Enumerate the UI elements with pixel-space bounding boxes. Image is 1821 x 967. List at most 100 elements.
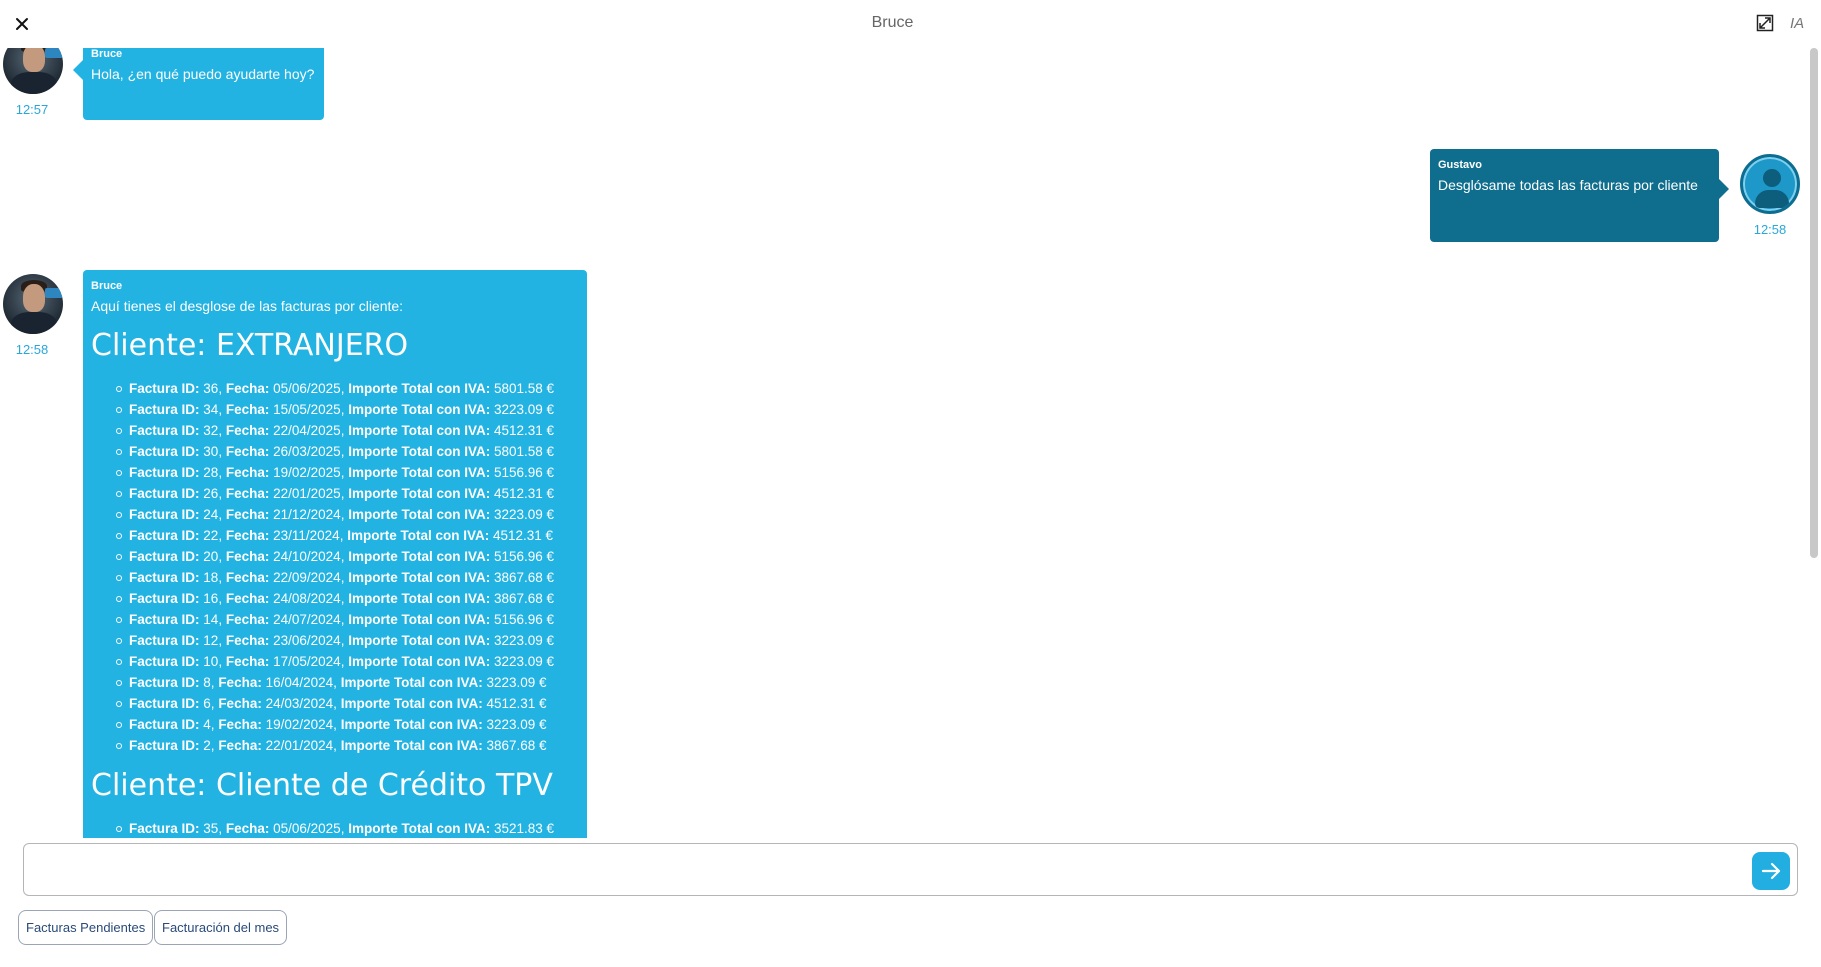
invoice-date: 22/04/2025: [273, 423, 341, 438]
invoice-date-label: Fecha:: [225, 402, 270, 417]
invoice-date-label: Fecha:: [225, 654, 270, 669]
invoice-id: 30: [203, 444, 219, 459]
invoice-total: 5156.96 €: [493, 612, 555, 627]
invoice-date-label: Fecha:: [225, 528, 270, 543]
suggestion-chip-facturacion-del-mes[interactable]: Facturación del mes: [154, 910, 288, 945]
invoice-id: 32: [203, 423, 219, 438]
invoice-date: 24/10/2024: [273, 549, 341, 564]
bruce-avatar: [3, 48, 63, 94]
invoice-id-label: Factura ID:: [129, 486, 200, 501]
invoice-total-label: Importe Total con IVA:: [348, 507, 491, 522]
header-bar: Bruce IA: [0, 0, 1821, 50]
invoice-date-label: Fecha:: [225, 570, 270, 585]
invoice-date: 26/03/2025: [273, 444, 341, 459]
invoice-total: 5801.58 €: [493, 381, 555, 396]
invoice-id-label: Factura ID:: [129, 821, 200, 836]
invoice-date: 17/05/2024: [273, 654, 341, 669]
invoice-item: Factura ID: 6, Fecha: 24/03/2024, Import…: [116, 693, 579, 714]
invoice-id-label: Factura ID:: [129, 570, 200, 585]
invoice-id-label: Factura ID:: [129, 612, 200, 627]
invoice-total: 3521.83 €: [493, 821, 555, 836]
invoice-item: Factura ID: 12, Fecha: 23/06/2024, Impor…: [116, 630, 579, 651]
invoice-id-label: Factura ID:: [129, 507, 200, 522]
invoice-item: Factura ID: 36, Fecha: 05/06/2025, Impor…: [116, 378, 579, 399]
invoice-id-label: Factura ID:: [129, 444, 200, 459]
chat-area: 12:57 Bruce Hola, ¿en qué puedo ayudarte…: [0, 48, 1812, 838]
invoice-total-label: Importe Total con IVA:: [340, 675, 483, 690]
invoice-item: Factura ID: 2, Fecha: 22/01/2024, Import…: [116, 735, 579, 756]
invoice-id: 12: [203, 633, 219, 648]
invoice-id-label: Factura ID:: [129, 633, 200, 648]
invoice-date: 19/02/2024: [265, 717, 334, 732]
invoice-id-label: Factura ID:: [129, 402, 200, 417]
invoice-total-label: Importe Total con IVA:: [348, 549, 491, 564]
invoice-item: Factura ID: 8, Fecha: 16/04/2024, Import…: [116, 672, 579, 693]
invoice-date-label: Fecha:: [225, 486, 270, 501]
invoice-total-label: Importe Total con IVA:: [348, 486, 491, 501]
invoice-total-label: Importe Total con IVA:: [348, 570, 491, 585]
invoice-date-label: Fecha:: [225, 591, 270, 606]
invoice-total-label: Importe Total con IVA:: [348, 633, 491, 648]
invoice-id-label: Factura ID:: [129, 654, 200, 669]
invoice-total-label: Importe Total con IVA:: [348, 381, 491, 396]
invoice-date-label: Fecha:: [225, 465, 270, 480]
invoice-id: 6: [203, 696, 211, 711]
send-button[interactable]: [1752, 852, 1790, 890]
bot-message-bubble: Bruce Aquí tienes el desglose de las fac…: [83, 270, 587, 838]
invoice-date-label: Fecha:: [218, 738, 262, 753]
ia-toggle[interactable]: IA: [1790, 15, 1804, 32]
invoice-item: Factura ID: 35, Fecha: 05/06/2025, Impor…: [116, 818, 579, 838]
invoice-total: 4512.31 €: [486, 696, 547, 711]
suggestion-chip-facturas-pendientes[interactable]: Facturas Pendientes: [18, 910, 154, 945]
arrow-right-icon: [1761, 862, 1781, 880]
invoice-id-label: Factura ID:: [129, 549, 200, 564]
invoice-item: Factura ID: 16, Fecha: 24/08/2024, Impor…: [116, 588, 579, 609]
invoice-list: Factura ID: 36, Fecha: 05/06/2025, Impor…: [116, 378, 579, 756]
invoice-total: 5801.58 €: [493, 444, 555, 459]
invoice-date: 24/07/2024: [273, 612, 341, 627]
invoice-date: 24/03/2024: [265, 696, 334, 711]
expand-icon[interactable]: [1756, 14, 1774, 32]
invoice-id: 2: [203, 738, 211, 753]
chat-scrollbar[interactable]: [1810, 48, 1818, 558]
message-input[interactable]: [24, 844, 1797, 895]
invoice-total: 3223.09 €: [486, 717, 547, 732]
invoice-item: Factura ID: 34, Fecha: 15/05/2025, Impor…: [116, 399, 579, 420]
invoice-id-label: Factura ID:: [129, 717, 200, 732]
invoice-id: 10: [203, 654, 219, 669]
invoice-date: 05/06/2025: [273, 381, 341, 396]
bruce-avatar: [3, 274, 63, 334]
invoice-id: 35: [203, 821, 219, 836]
invoice-total-label: Importe Total con IVA:: [348, 444, 491, 459]
invoice-id: 8: [203, 675, 211, 690]
invoice-id: 22: [203, 528, 219, 543]
invoice-total: 3223.09 €: [486, 675, 547, 690]
message-sender: Gustavo: [1438, 159, 1483, 171]
invoice-total: 4512.31 €: [492, 528, 554, 543]
invoice-total-label: Importe Total con IVA:: [348, 465, 491, 480]
invoice-id-label: Factura ID:: [129, 381, 200, 396]
invoice-total: 3223.09 €: [493, 654, 555, 669]
message-intro: Aquí tienes el desglose de las facturas …: [91, 298, 404, 314]
invoice-item: Factura ID: 24, Fecha: 21/12/2024, Impor…: [116, 504, 579, 525]
invoice-date-label: Fecha:: [218, 696, 262, 711]
invoice-total-label: Importe Total con IVA:: [340, 738, 483, 753]
message-time: 12:57: [15, 102, 49, 117]
client-heading: Cliente: EXTRANJERO: [91, 328, 409, 363]
invoice-date-label: Fecha:: [218, 675, 262, 690]
invoice-total: 4512.31 €: [493, 486, 555, 501]
invoice-date-label: Fecha:: [225, 612, 270, 627]
invoice-date: 22/01/2025: [273, 486, 341, 501]
invoice-date: 15/05/2025: [273, 402, 341, 417]
invoice-total-label: Importe Total con IVA:: [348, 821, 491, 836]
invoice-total-label: Importe Total con IVA:: [340, 717, 483, 732]
invoice-id: 16: [203, 591, 219, 606]
invoice-date-label: Fecha:: [225, 381, 270, 396]
invoice-date: 05/06/2025: [273, 821, 341, 836]
invoice-total-label: Importe Total con IVA:: [348, 591, 491, 606]
message-time: 12:58: [15, 342, 49, 357]
invoice-id: 18: [203, 570, 219, 585]
invoice-date-label: Fecha:: [225, 549, 270, 564]
invoice-item: Factura ID: 20, Fecha: 24/10/2024, Impor…: [116, 546, 579, 567]
invoice-date-label: Fecha:: [225, 444, 270, 459]
